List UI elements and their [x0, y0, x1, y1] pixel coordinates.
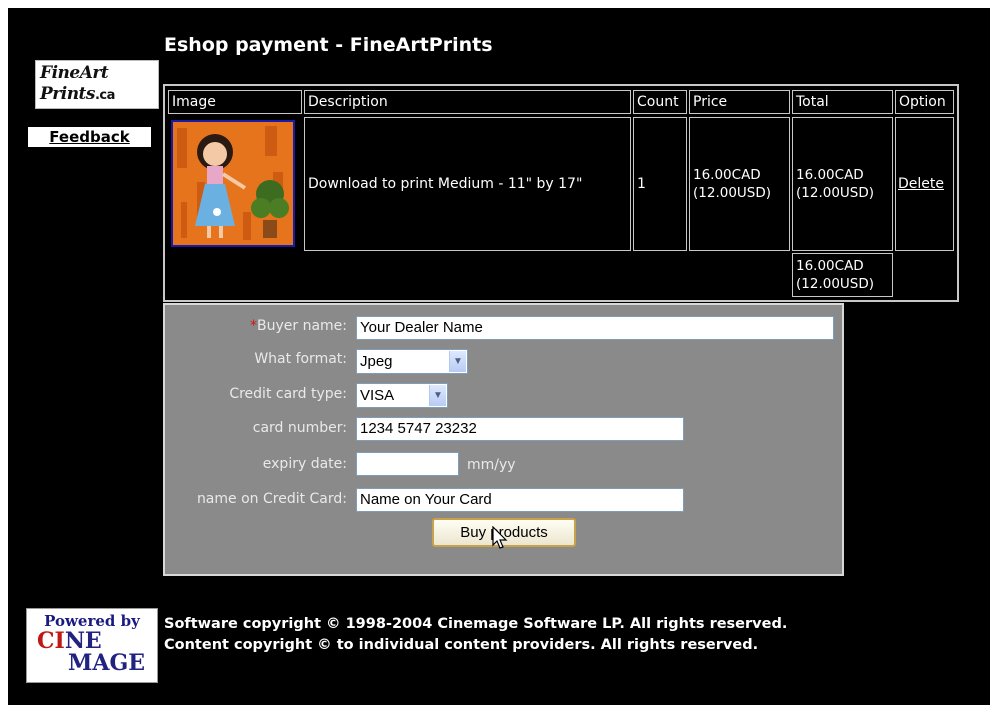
- header-count: Count: [633, 90, 687, 114]
- format-select-value: Jpeg: [360, 353, 393, 370]
- page-body: FineArt Prints.ca Feedback Eshop payment…: [8, 8, 990, 705]
- row-count: 1: [633, 117, 687, 251]
- name-on-card-input[interactable]: Name on Your Card: [356, 488, 684, 512]
- grand-total: 16.00CAD (12.00USD): [792, 253, 893, 297]
- row-price-cad: 16.00CAD: [693, 167, 761, 183]
- row-total-usd: (12.00USD): [796, 185, 875, 201]
- grand-total-usd: (12.00USD): [796, 276, 875, 292]
- top-white-strip: [725, 0, 990, 8]
- grand-total-cad: 16.00CAD: [796, 258, 864, 274]
- header-image: Image: [168, 90, 302, 114]
- logo-line1: FineArt: [40, 63, 109, 83]
- artwork-thumbnail-icon[interactable]: [171, 120, 295, 247]
- feedback-link[interactable]: Feedback: [28, 127, 151, 147]
- software-copyright: Software copyright © 1998-2004 Cinemage …: [164, 616, 788, 632]
- buyer-name-label: *Buyer name:: [249, 318, 347, 334]
- page-title: Eshop payment - FineArtPrints: [164, 34, 493, 56]
- expiry-input[interactable]: [356, 452, 459, 476]
- powered-by-cinemage-logo[interactable]: Powered by CINE MAGE: [26, 608, 158, 683]
- row-total-cad: 16.00CAD: [796, 167, 864, 183]
- chevron-down-icon[interactable]: ▼: [429, 385, 446, 406]
- row-price-usd: (12.00USD): [693, 185, 772, 201]
- header-option: Option: [895, 90, 954, 114]
- fineartprints-logo[interactable]: FineArt Prints.ca: [35, 60, 159, 109]
- cinemage-brand-line1: CINE: [37, 628, 102, 654]
- card-type-select[interactable]: VISA ▼: [356, 383, 448, 408]
- cinemage-brand-line2: MAGE: [68, 650, 145, 676]
- card-type-label: Credit card type:: [229, 386, 347, 402]
- logo-line2: Prints.ca: [40, 84, 115, 104]
- card-number-label: card number:: [252, 420, 347, 436]
- card-number-input[interactable]: 1234 5747 23232: [356, 417, 684, 441]
- payment-form: *Buyer name: Your Dealer Name What forma…: [163, 303, 844, 576]
- expiry-hint: mm/yy: [467, 457, 516, 473]
- header-description: Description: [304, 90, 631, 114]
- buyer-name-input[interactable]: Your Dealer Name: [356, 316, 834, 340]
- delete-link[interactable]: Delete: [898, 176, 944, 192]
- mouse-cursor-icon: [492, 526, 508, 549]
- header-total: Total: [792, 90, 893, 114]
- header-price: Price: [689, 90, 790, 114]
- row-description: Download to print Medium - 11" by 17": [304, 117, 631, 251]
- format-select[interactable]: Jpeg ▼: [356, 349, 468, 374]
- card-type-select-value: VISA: [360, 387, 395, 404]
- name-on-card-label: name on Credit Card:: [196, 491, 347, 507]
- table-row: [168, 117, 302, 251]
- copyright-text: Software copyright © 1998-2004 Cinemage …: [164, 614, 787, 656]
- chevron-down-icon[interactable]: ▼: [449, 351, 466, 372]
- expiry-label: expiry date:: [262, 456, 347, 472]
- content-copyright: Content copyright © to individual conten…: [164, 637, 759, 653]
- row-total: 16.00CAD (12.00USD): [792, 117, 893, 251]
- cart-table: Image Description Count Price Total Opti…: [163, 84, 959, 302]
- format-label: What format:: [254, 351, 347, 367]
- row-price: 16.00CAD (12.00USD): [689, 117, 790, 251]
- row-option: Delete: [895, 117, 954, 251]
